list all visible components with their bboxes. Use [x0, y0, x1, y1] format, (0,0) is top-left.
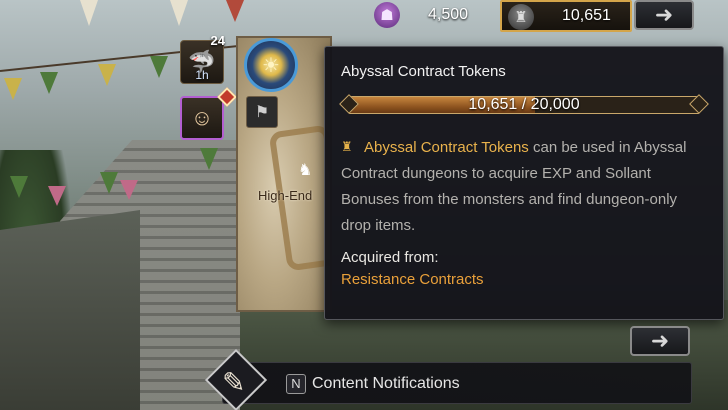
hotkey-badge: N	[286, 374, 306, 394]
banner-flag	[40, 72, 58, 94]
acquired-source: Resistance Contracts	[341, 271, 484, 288]
buff-timer: 1h	[195, 68, 209, 82]
currency-bar: ☗ 4,500 ♜ 10,651	[368, 0, 632, 32]
banner-flag	[100, 172, 118, 194]
mask-icon: ☺	[190, 105, 214, 130]
scroll-quill-icon: ✎	[222, 367, 246, 398]
banner-flag	[170, 0, 188, 26]
banner-flag	[98, 64, 116, 86]
flag-icon[interactable]: ⚑	[246, 96, 278, 128]
token-progress-bar: 10,651 / 20,000	[339, 94, 709, 116]
buff-stack-count: 24	[210, 33, 225, 48]
silver-amount: 4,500	[428, 6, 469, 23]
mask-buff[interactable]: ☺	[180, 96, 224, 140]
compass-sun-icon[interactable]: ☀	[244, 38, 298, 92]
shark-buff[interactable]: 🦈 24 1h	[180, 33, 225, 84]
abyssal-token-amount: 10,651	[562, 7, 611, 24]
banner-flag	[120, 180, 138, 200]
banner-flag	[10, 176, 28, 198]
arrow-right-icon: ➜	[654, 2, 674, 27]
banner-flag	[80, 0, 98, 26]
hooded-figure-icon[interactable]: ☗	[374, 2, 400, 28]
abyssal-helm-icon: ♜	[508, 4, 534, 30]
notification-emblem[interactable]: ✎	[204, 348, 268, 410]
banner-flag	[226, 0, 244, 22]
abyssal-helm-icon: ♜	[341, 139, 353, 154]
stone-wall	[0, 210, 140, 410]
progress-text: 10,651 / 20,000	[468, 96, 580, 113]
tooltip-description: ♜ Abyssal Contract Tokens can be used in …	[341, 134, 707, 239]
arrow-right-icon: ➜	[650, 328, 670, 353]
banner-flag	[48, 186, 66, 206]
description-highlight: Abyssal Contract Tokens	[364, 139, 529, 156]
map-location-label: High-End	[258, 188, 313, 203]
banner-flag	[150, 56, 168, 78]
currency-tooltip: Abyssal Contract Tokens 10,651 / 20,000 …	[324, 46, 724, 320]
banner-flag	[4, 78, 22, 100]
expand-arrow-button[interactable]: ➜	[634, 0, 694, 30]
tooltip-title: Abyssal Contract Tokens	[341, 63, 506, 80]
expand-arrow-button[interactable]: ➜	[630, 326, 690, 356]
content-notifications-label[interactable]: Content Notifications	[312, 375, 460, 393]
acquired-from-label: Acquired from:	[341, 249, 439, 266]
banner-flag	[200, 148, 218, 170]
player-marker-icon: ♞	[298, 162, 313, 179]
abyssal-token-counter[interactable]: ♜ 10,651	[500, 0, 632, 32]
